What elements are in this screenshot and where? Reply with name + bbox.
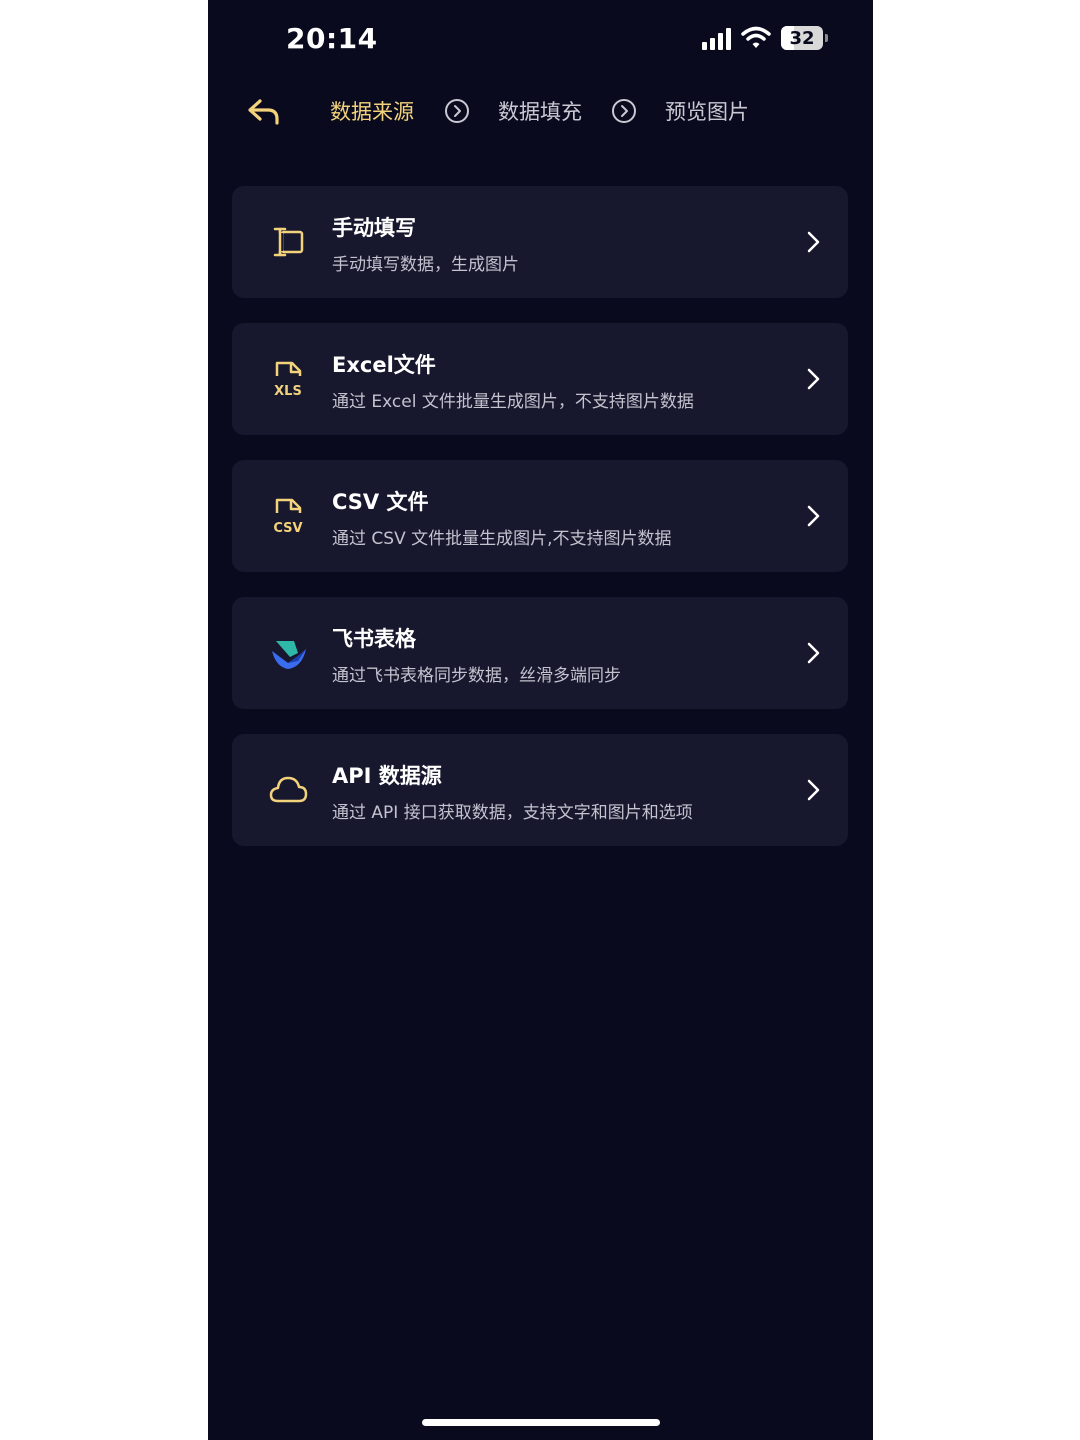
source-card-api[interactable]: API 数据源 通过 API 接口获取数据，支持文字和图片和选项 bbox=[232, 734, 848, 846]
wifi-icon bbox=[741, 26, 771, 48]
chevron-right-icon bbox=[807, 505, 820, 527]
step-navigation: 数据来源 数据填充 预览图片 bbox=[208, 86, 873, 138]
source-title: API 数据源 bbox=[332, 764, 442, 788]
source-card-excel[interactable]: XLS Excel文件 通过 Excel 文件批量生成图片，不支持图片数据 bbox=[232, 323, 848, 435]
battery-percent: 32 bbox=[789, 27, 815, 49]
source-description: 通过飞书表格同步数据，丝滑多端同步 bbox=[332, 666, 621, 686]
chevron-right-icon bbox=[807, 779, 820, 801]
battery-icon: 32 bbox=[781, 26, 828, 50]
step-preview-image[interactable]: 预览图片 bbox=[665, 96, 749, 126]
feishu-logo-icon bbox=[272, 641, 306, 669]
step-data-source[interactable]: 数据来源 bbox=[330, 96, 414, 126]
step-data-fill[interactable]: 数据填充 bbox=[498, 96, 582, 126]
status-time: 20:14 bbox=[286, 22, 378, 55]
chevron-circle-right-icon bbox=[612, 99, 636, 123]
source-description: 通过 API 接口获取数据，支持文字和图片和选项 bbox=[332, 803, 693, 823]
back-button[interactable] bbox=[246, 94, 282, 130]
text-cursor-icon bbox=[273, 227, 304, 257]
signal-icon bbox=[702, 26, 731, 50]
back-arrow-icon bbox=[248, 99, 279, 125]
source-title: CSV 文件 bbox=[332, 490, 429, 514]
chevron-circle-right-icon bbox=[445, 99, 469, 123]
source-description: 手动填写数据，生成图片 bbox=[332, 255, 519, 275]
phone-screen: 20:14 32 数据来源 数据填充 预览图片 手动填写 手动填写数据，生成图片… bbox=[208, 0, 873, 1440]
chevron-right-icon bbox=[807, 642, 820, 664]
source-card-csv[interactable]: CSV CSV 文件 通过 CSV 文件批量生成图片,不支持图片数据 bbox=[232, 460, 848, 572]
chevron-right-icon bbox=[807, 368, 820, 390]
source-card-manual[interactable]: 手动填写 手动填写数据，生成图片 bbox=[232, 186, 848, 298]
cloud-icon bbox=[269, 776, 308, 803]
source-card-feishu[interactable]: 飞书表格 通过飞书表格同步数据，丝滑多端同步 bbox=[232, 597, 848, 709]
source-description: 通过 CSV 文件批量生成图片,不支持图片数据 bbox=[332, 529, 672, 549]
csv-label: CSV bbox=[273, 521, 302, 536]
home-indicator[interactable] bbox=[422, 1419, 660, 1426]
csv-file-icon: CSV bbox=[273, 498, 303, 536]
source-title: Excel文件 bbox=[332, 353, 436, 377]
source-description: 通过 Excel 文件批量生成图片，不支持图片数据 bbox=[332, 392, 694, 412]
chevron-right-icon bbox=[807, 231, 820, 253]
source-title: 手动填写 bbox=[332, 216, 416, 240]
source-title: 飞书表格 bbox=[332, 627, 416, 651]
status-icons: 32 bbox=[702, 26, 828, 50]
xls-label: XLS bbox=[274, 384, 302, 399]
xls-file-icon: XLS bbox=[274, 361, 302, 399]
status-bar: 20:14 32 bbox=[208, 0, 873, 80]
